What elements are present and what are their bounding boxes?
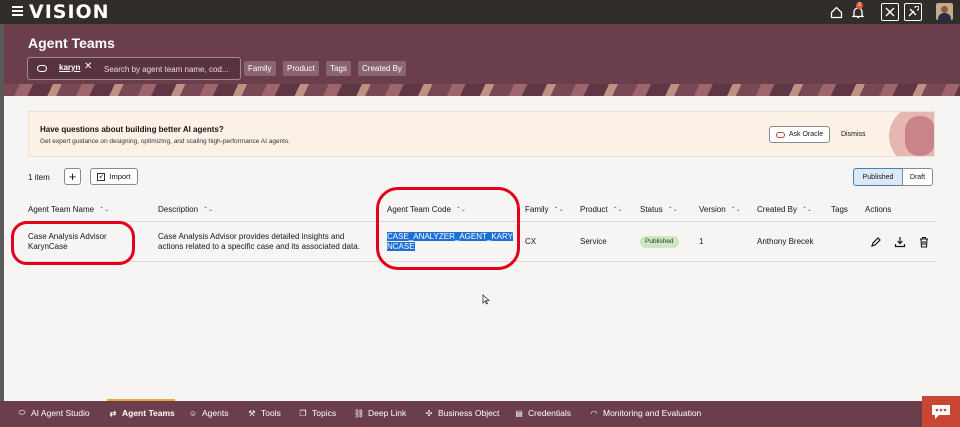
search-box[interactable]: karyn ✕ bbox=[27, 57, 241, 80]
annotation-circle-code bbox=[376, 187, 520, 270]
download-icon[interactable] bbox=[894, 235, 906, 248]
active-tab-indicator bbox=[107, 399, 175, 401]
filter-product[interactable]: Product bbox=[283, 61, 319, 76]
row-version: 1 bbox=[699, 237, 704, 246]
delete-icon[interactable] bbox=[918, 235, 930, 248]
monitoring-icon: ◠ bbox=[590, 408, 598, 418]
window-edge bbox=[0, 24, 4, 401]
table-divider bbox=[24, 221, 937, 222]
row-code[interactable]: CASE_ANALYZER_AGENT_KARY NCASE bbox=[387, 232, 513, 252]
import-button[interactable]: ↙ Import bbox=[90, 168, 138, 185]
filter-tags[interactable]: Tags bbox=[326, 61, 351, 76]
import-icon: ↙ bbox=[97, 172, 106, 181]
row-description: Case Analysis Advisor provides detailed … bbox=[158, 232, 360, 251]
banner-illustration-figure bbox=[905, 116, 934, 156]
draft-toggle[interactable]: Draft bbox=[902, 168, 933, 186]
filter-family[interactable]: Family bbox=[244, 61, 276, 76]
ask-oracle-button[interactable]: Ask Oracle bbox=[769, 126, 830, 143]
column-header-name[interactable]: Agent Team Name ⌃⌄ bbox=[28, 205, 109, 214]
agent-teams-icon: ⇄ bbox=[109, 408, 117, 418]
sort-icon: ⌃⌄ bbox=[802, 207, 813, 213]
nav-topics[interactable]: ❐ Topics bbox=[298, 408, 336, 418]
status-badge: Published bbox=[640, 236, 679, 248]
banner-subtitle: Get expert guidance on designing, optimi… bbox=[40, 138, 291, 145]
search-input[interactable] bbox=[104, 62, 238, 76]
tools-icon: ⚒ bbox=[248, 408, 256, 418]
search-chip[interactable]: karyn bbox=[59, 63, 80, 72]
oracle-oval-icon bbox=[775, 131, 785, 138]
nav-monitoring-evaluation[interactable]: ◠ Monitoring and Evaluation bbox=[589, 408, 702, 418]
business-object-icon: ✣ bbox=[425, 408, 433, 418]
sort-icon: ⌃⌄ bbox=[612, 207, 623, 213]
tools-icon[interactable] bbox=[881, 3, 899, 21]
menu-icon[interactable] bbox=[12, 6, 23, 16]
nav-credentials[interactable]: ▤ Credentials bbox=[514, 408, 571, 418]
topics-icon: ❐ bbox=[299, 408, 307, 418]
avatar[interactable] bbox=[936, 3, 953, 20]
column-header-created-by[interactable]: Created By ⌃⌄ bbox=[757, 205, 812, 214]
column-header-description[interactable]: Description ⌃⌄ bbox=[158, 205, 213, 214]
home-icon[interactable] bbox=[829, 3, 843, 21]
mouse-cursor-icon bbox=[482, 294, 490, 305]
notification-badge: 2 bbox=[856, 2, 863, 9]
row-product: Service bbox=[580, 237, 607, 246]
sort-icon: ⌃⌄ bbox=[667, 207, 678, 213]
top-bar bbox=[0, 0, 960, 24]
column-header-version[interactable]: Version ⌃⌄ bbox=[699, 205, 741, 214]
chip-close-icon[interactable]: ✕ bbox=[84, 61, 92, 72]
nav-ai-agent-studio[interactable]: ⬭ AI Agent Studio bbox=[17, 408, 90, 418]
column-header-product[interactable]: Product ⌃⌄ bbox=[580, 205, 623, 214]
row-family: CX bbox=[525, 237, 537, 246]
studio-icon: ⬭ bbox=[18, 408, 26, 417]
row-created-by: Anthony Brecek bbox=[757, 237, 814, 246]
banner-title: Have questions about building better AI … bbox=[40, 125, 224, 134]
page-title: Agent Teams bbox=[28, 35, 115, 51]
help-banner: Have questions about building better AI … bbox=[28, 111, 935, 157]
link-icon: ⛓ bbox=[353, 408, 365, 418]
dismiss-button[interactable]: Dismiss bbox=[841, 131, 866, 138]
chat-button[interactable] bbox=[922, 396, 960, 427]
nav-agent-teams[interactable]: ⇄ Agent Teams bbox=[108, 408, 175, 418]
sort-icon: ⌃⌄ bbox=[730, 207, 741, 213]
sort-icon: ⌃⌄ bbox=[455, 207, 466, 213]
agents-icon: ☺ bbox=[188, 408, 198, 418]
filter-created-by[interactable]: Created By bbox=[358, 61, 407, 76]
column-header-status[interactable]: Status ⌃⌄ bbox=[640, 205, 678, 214]
row-name[interactable]: Case Analysis Advisor KarynCase bbox=[28, 232, 107, 252]
sort-icon: ⌃⌄ bbox=[203, 207, 214, 213]
column-header-code[interactable]: Agent Team Code ⌃⌄ bbox=[387, 205, 466, 214]
nav-tools[interactable]: ⚒ Tools bbox=[247, 408, 280, 418]
published-toggle[interactable]: Published bbox=[853, 168, 903, 186]
edit-icon[interactable] bbox=[870, 235, 882, 247]
credentials-icon: ▤ bbox=[515, 408, 523, 418]
app-logo: VISION bbox=[29, 1, 110, 23]
import-label: Import bbox=[109, 172, 131, 181]
ask-oracle-label: Ask Oracle bbox=[788, 131, 824, 138]
nav-agents[interactable]: ☺ Agents bbox=[188, 408, 229, 418]
column-header-actions: Actions bbox=[865, 205, 892, 214]
item-count: 1 item bbox=[28, 173, 50, 182]
column-header-family[interactable]: Family ⌃⌄ bbox=[525, 205, 564, 214]
wrench-icon[interactable] bbox=[904, 3, 922, 21]
add-button[interactable]: + bbox=[64, 168, 81, 185]
table-divider bbox=[24, 261, 937, 262]
nav-business-object[interactable]: ✣ Business Object bbox=[424, 408, 500, 418]
sort-icon: ⌃⌄ bbox=[553, 207, 564, 213]
sort-icon: ⌃⌄ bbox=[99, 207, 110, 213]
column-header-tags: Tags bbox=[831, 205, 848, 214]
nav-deep-link[interactable]: ⛓ Deep Link bbox=[354, 408, 406, 418]
chat-icon bbox=[932, 404, 950, 419]
header-pattern bbox=[0, 84, 960, 96]
oracle-oval-icon bbox=[37, 65, 47, 72]
